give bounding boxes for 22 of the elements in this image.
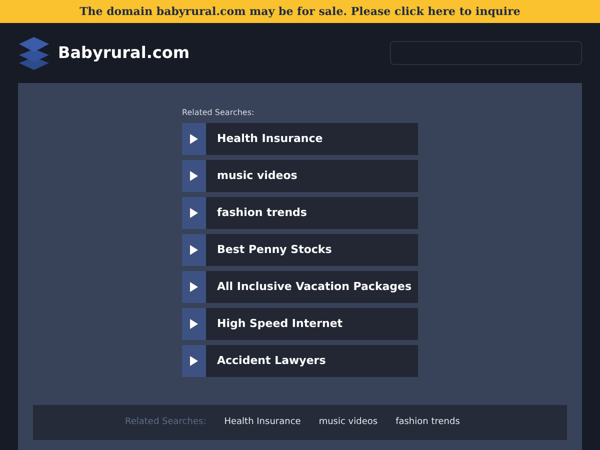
footer-search-link[interactable]: fashion trends [396, 416, 460, 430]
play-arrow-icon [190, 171, 198, 181]
play-arrow-icon [190, 282, 198, 292]
play-arrow-icon [190, 208, 198, 218]
related-search-link[interactable]: Accident Lawyers [182, 345, 418, 377]
site-name: Babyrural.com [58, 42, 190, 64]
related-search-link[interactable]: Best Penny Stocks [182, 234, 418, 266]
footer-search-link[interactable]: Health Insurance [224, 416, 301, 430]
footer-search-link[interactable]: music videos [318, 416, 378, 430]
related-search-link[interactable]: fashion trends [182, 197, 418, 229]
related-search-link[interactable]: All Inclusive Vacation Packages [182, 271, 418, 303]
play-arrow-icon [190, 356, 198, 366]
sale-banner-link[interactable]: The domain babyrural.com may be for sale. Please click here to inquire [0, 0, 600, 23]
stacked-layers-logo-icon [18, 35, 50, 71]
related-search-link[interactable]: High Speed Internet [182, 308, 418, 340]
related-searches-heading: Related Searches: [182, 107, 256, 119]
play-arrow-icon [190, 245, 198, 255]
footer-related-heading: Related Searches: [125, 416, 206, 429]
play-arrow-icon [190, 134, 198, 144]
related-search-link[interactable]: music videos [182, 160, 418, 192]
related-search-link[interactable]: Health Insurance [182, 123, 418, 155]
play-arrow-icon [190, 319, 198, 329]
